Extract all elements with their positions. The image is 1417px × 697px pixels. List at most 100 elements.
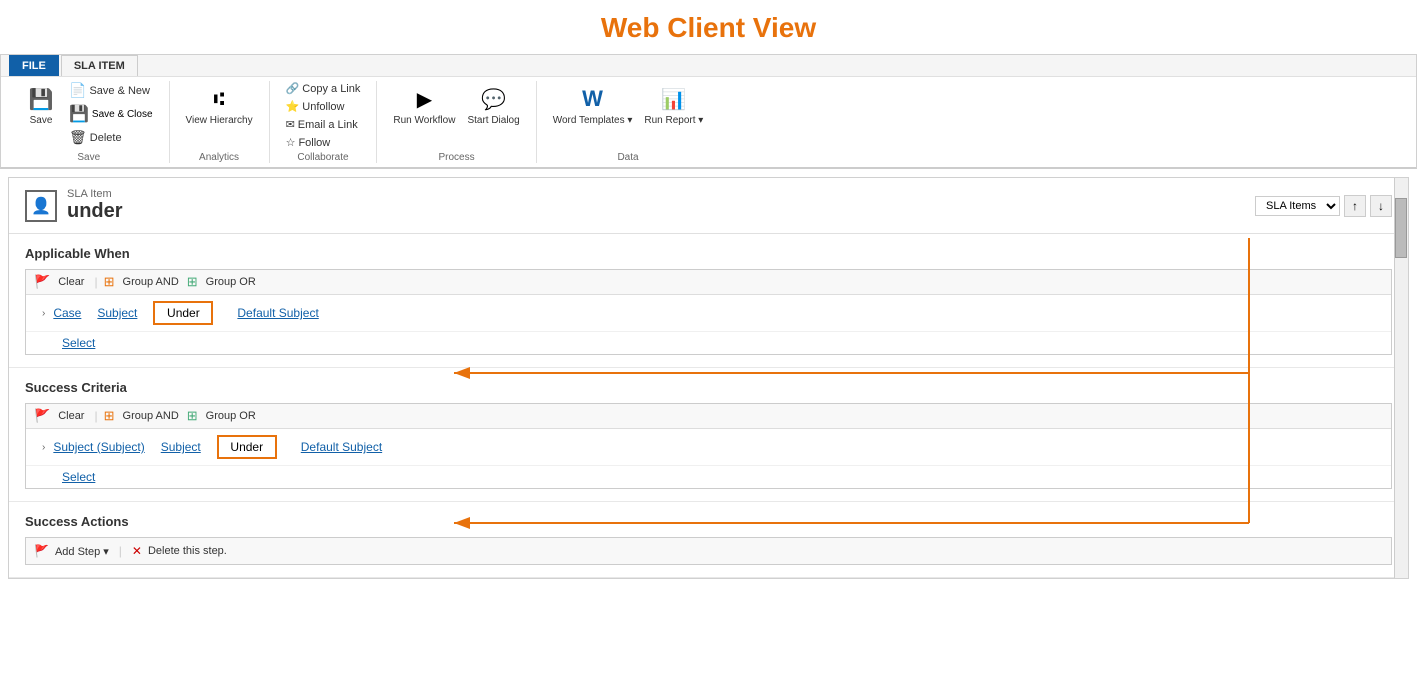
group-or-icon-1: ⊞ bbox=[187, 274, 198, 290]
applicable-when-clear-button[interactable]: Clear bbox=[54, 274, 88, 290]
applicable-when-toolbar: 🚩 Clear | ⊞ Group AND ⊞ Group OR bbox=[26, 270, 1391, 295]
analytics-buttons: ⑆ View Hierarchy bbox=[182, 81, 257, 150]
success-criteria-row-1: › Subject (Subject) Subject Under Defaul… bbox=[26, 429, 1391, 466]
nav-up-button[interactable]: ↑ bbox=[1344, 195, 1366, 217]
record-nav-select[interactable]: SLA Items bbox=[1255, 196, 1340, 216]
group-and-icon-2: ⊞ bbox=[104, 408, 115, 424]
scrollbar-thumb[interactable] bbox=[1395, 198, 1407, 258]
ribbon: FILE SLA ITEM 💾 Save 📄 Save & New bbox=[0, 54, 1417, 169]
success-criteria-title: Success Criteria bbox=[25, 380, 1392, 395]
success-criteria-criteria: 🚩 Clear | ⊞ Group AND ⊞ Group OR › bbox=[25, 403, 1392, 489]
record-nav: SLA Items ↑ ↓ bbox=[1255, 195, 1392, 217]
save-group-label: Save bbox=[77, 152, 100, 163]
copy-link-button[interactable]: 🔗 Copy a Link bbox=[282, 81, 365, 96]
delete-button[interactable]: 🗑 Delete bbox=[65, 128, 157, 147]
success-criteria-field[interactable]: Subject (Subject) bbox=[53, 440, 144, 454]
applicable-when-row-1: › Case Subject Under Default Subject bbox=[26, 295, 1391, 332]
group-or-icon-2: ⊞ bbox=[187, 408, 198, 424]
applicable-when-select[interactable]: Select bbox=[62, 336, 95, 350]
tab-sla-item[interactable]: SLA ITEM bbox=[61, 55, 138, 76]
save-buttons: 💾 Save 📄 Save & New 💾 Save & Close bbox=[21, 81, 157, 150]
success-criteria-select-row: Select bbox=[26, 466, 1391, 488]
group-and-button-1[interactable]: Group AND bbox=[119, 274, 183, 290]
record-name: under bbox=[67, 200, 123, 223]
applicable-when-operator[interactable]: Subject bbox=[97, 306, 137, 320]
clear-icon-1: 🚩 bbox=[34, 274, 50, 290]
data-group-label: Data bbox=[617, 152, 638, 163]
tab-file[interactable]: FILE bbox=[9, 55, 59, 76]
success-criteria-section: Success Criteria 🚩 Clear | ⊞ Group AND ⊞… bbox=[9, 368, 1408, 502]
applicable-when-section: Applicable When 🚩 Clear | ⊞ Group AND ⊞ … bbox=[9, 234, 1408, 368]
page-title: Web Client View bbox=[0, 0, 1417, 54]
run-report-button[interactable]: 📊 Run Report ▾ bbox=[640, 81, 707, 129]
applicable-when-criteria: 🚩 Clear | ⊞ Group AND ⊞ Group OR › bbox=[25, 269, 1392, 355]
success-criteria-select[interactable]: Select bbox=[62, 470, 95, 484]
ribbon-group-analytics: ⑆ View Hierarchy Analytics bbox=[170, 81, 270, 163]
follow-icon: ☆ bbox=[286, 136, 296, 149]
applicable-when-value[interactable]: Under bbox=[153, 301, 213, 325]
ribbon-group-collaborate: 🔗 Copy a Link ⭐ Unfollow ✉ Email a Link bbox=[270, 81, 378, 163]
success-actions-title: Success Actions bbox=[25, 514, 1392, 529]
ribbon-group-save: 💾 Save 📄 Save & New 💾 Save & Close bbox=[9, 81, 170, 163]
email-link-button[interactable]: ✉ Email a Link bbox=[282, 117, 365, 132]
word-templates-icon: W bbox=[577, 83, 609, 115]
record-icon: 👤 bbox=[25, 190, 57, 222]
follow-button[interactable]: ☆ Follow bbox=[282, 135, 365, 150]
collaborate-group-label: Collaborate bbox=[297, 152, 348, 163]
run-report-icon: 📊 bbox=[658, 83, 690, 115]
collaborate-buttons: 🔗 Copy a Link ⭐ Unfollow ✉ Email a Link bbox=[282, 81, 365, 150]
success-criteria-toolbar: 🚩 Clear | ⊞ Group AND ⊞ Group OR bbox=[26, 404, 1391, 429]
success-actions-section: Success Actions 🚩 Add Step ▾ | ✕ Delete … bbox=[9, 502, 1408, 578]
run-workflow-button[interactable]: ▶ Run Workflow bbox=[389, 81, 459, 129]
ribbon-group-process: ▶ Run Workflow 💬 Start Dialog Process bbox=[377, 81, 536, 163]
group-and-button-2[interactable]: Group AND bbox=[119, 408, 183, 424]
process-buttons: ▶ Run Workflow 💬 Start Dialog bbox=[389, 81, 523, 150]
delete-icon: 🗑 bbox=[69, 129, 87, 146]
applicable-when-title: Applicable When bbox=[25, 246, 1392, 261]
record-header-left: 👤 SLA Item under bbox=[25, 188, 123, 223]
group-and-icon-1: ⊞ bbox=[104, 274, 115, 290]
view-hierarchy-button[interactable]: ⑆ View Hierarchy bbox=[182, 81, 257, 129]
success-criteria-value[interactable]: Under bbox=[217, 435, 277, 459]
ribbon-body: 💾 Save 📄 Save & New 💾 Save & Close bbox=[1, 76, 1416, 167]
row-chevron-1: › bbox=[42, 308, 45, 319]
unfollow-button[interactable]: ⭐ Unfollow bbox=[282, 99, 365, 114]
start-dialog-button[interactable]: 💬 Start Dialog bbox=[463, 81, 523, 129]
scrollbar[interactable] bbox=[1394, 178, 1408, 578]
email-link-icon: ✉ bbox=[286, 118, 295, 131]
run-workflow-icon: ▶ bbox=[408, 83, 440, 115]
row-chevron-2: › bbox=[42, 442, 45, 453]
clear-icon-2: 🚩 bbox=[34, 408, 50, 424]
ribbon-tabs: FILE SLA ITEM bbox=[1, 55, 1416, 76]
group-or-button-2[interactable]: Group OR bbox=[202, 408, 260, 424]
analytics-group-label: Analytics bbox=[199, 152, 239, 163]
applicable-when-field[interactable]: Case bbox=[53, 306, 81, 320]
view-hierarchy-icon: ⑆ bbox=[203, 83, 235, 115]
ribbon-group-data: W Word Templates ▾ 📊 Run Report ▾ Data bbox=[537, 81, 720, 163]
success-criteria-clear-button[interactable]: Clear bbox=[54, 408, 88, 424]
group-or-button-1[interactable]: Group OR bbox=[202, 274, 260, 290]
save-new-button[interactable]: 📄 Save & New bbox=[65, 81, 157, 100]
copy-link-icon: 🔗 bbox=[286, 82, 300, 95]
unfollow-icon: ⭐ bbox=[286, 100, 300, 113]
save-close-button[interactable]: 💾 Save & Close bbox=[65, 102, 157, 126]
save-close-icon: 💾 bbox=[69, 104, 89, 124]
delete-step-icon: ✕ bbox=[132, 544, 142, 558]
success-actions-toolbar: 🚩 Add Step ▾ | ✕ Delete this step. bbox=[25, 537, 1392, 565]
record-header: 👤 SLA Item under SLA Items ↑ ↓ bbox=[9, 178, 1408, 234]
nav-down-button[interactable]: ↓ bbox=[1370, 195, 1392, 217]
add-step-button[interactable]: Add Step ▾ bbox=[55, 545, 109, 558]
word-templates-button[interactable]: W Word Templates ▾ bbox=[549, 81, 637, 129]
page-wrapper: Web Client View FILE SLA ITEM 💾 Save 📄 S… bbox=[0, 0, 1417, 579]
delete-step-button[interactable]: Delete this step. bbox=[148, 545, 227, 557]
applicable-when-default[interactable]: Default Subject bbox=[237, 306, 318, 320]
start-dialog-icon: 💬 bbox=[478, 83, 510, 115]
success-criteria-operator[interactable]: Subject bbox=[161, 440, 201, 454]
main-content: 👤 SLA Item under SLA Items ↑ ↓ Applicabl… bbox=[8, 177, 1409, 579]
data-buttons: W Word Templates ▾ 📊 Run Report ▾ bbox=[549, 81, 708, 150]
add-step-icon: 🚩 bbox=[34, 544, 49, 558]
record-meta: SLA Item under bbox=[67, 188, 123, 223]
success-criteria-default[interactable]: Default Subject bbox=[301, 440, 382, 454]
applicable-when-select-row: Select bbox=[26, 332, 1391, 354]
save-button[interactable]: 💾 Save bbox=[21, 81, 61, 129]
